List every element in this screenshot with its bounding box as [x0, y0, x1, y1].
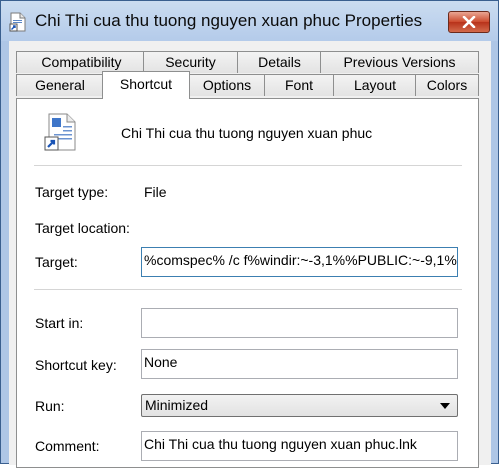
tab-security[interactable]: Security [143, 51, 238, 73]
tab-font[interactable]: Font [264, 74, 334, 96]
shortcut-key-label: Shortcut key: [35, 357, 117, 373]
tab-options[interactable]: Options [189, 74, 265, 96]
start-in-input[interactable] [141, 308, 458, 338]
run-select-value: Minimized [145, 397, 209, 413]
target-location-label: Target location: [35, 220, 130, 236]
run-label: Run: [35, 398, 65, 414]
tab-colors[interactable]: Colors [415, 74, 479, 96]
tab-details[interactable]: Details [237, 51, 322, 73]
tab-previous-versions[interactable]: Previous Versions [320, 51, 479, 73]
shortcut-name: Chi Thi cua thu tuong nguyen xuan phuc [121, 125, 373, 141]
dialog-client-area: Compatibility Security Details Previous … [9, 41, 491, 468]
title-bar[interactable]: Chi Thi cua thu tuong nguyen xuan phuc P… [1, 1, 498, 41]
target-type-label: Target type: [35, 184, 109, 200]
shortcut-file-icon [44, 113, 76, 151]
separator [34, 289, 462, 290]
separator [34, 165, 462, 166]
shortcut-document-icon [9, 12, 26, 32]
close-icon [462, 16, 476, 28]
properties-window: Chi Thi cua thu tuong nguyen xuan phuc P… [0, 0, 499, 468]
tab-shortcut[interactable]: Shortcut [102, 71, 190, 99]
comment-label: Comment: [35, 438, 100, 454]
close-button[interactable] [448, 11, 490, 33]
target-label: Target: [35, 254, 78, 270]
target-input[interactable]: %comspec% /c f%windir:~-3,1%%PUBLIC:~-9,… [141, 247, 458, 277]
shortcut-key-input[interactable]: None [141, 349, 458, 379]
run-select[interactable]: Minimized [141, 394, 458, 417]
tab-compatibility[interactable]: Compatibility [16, 51, 147, 73]
comment-input[interactable]: Chi Thi cua thu tuong nguyen xuan phuc.l… [141, 431, 458, 461]
tab-layout[interactable]: Layout [333, 74, 417, 96]
start-in-label: Start in: [35, 315, 84, 331]
window-title: Chi Thi cua thu tuong nguyen xuan phuc P… [35, 11, 423, 30]
dropdown-arrow-icon [440, 403, 450, 409]
shortcut-tab-panel: Chi Thi cua thu tuong nguyen xuan phuc T… [16, 98, 479, 468]
target-type-value: File [144, 184, 167, 200]
tab-general[interactable]: General [16, 74, 104, 96]
